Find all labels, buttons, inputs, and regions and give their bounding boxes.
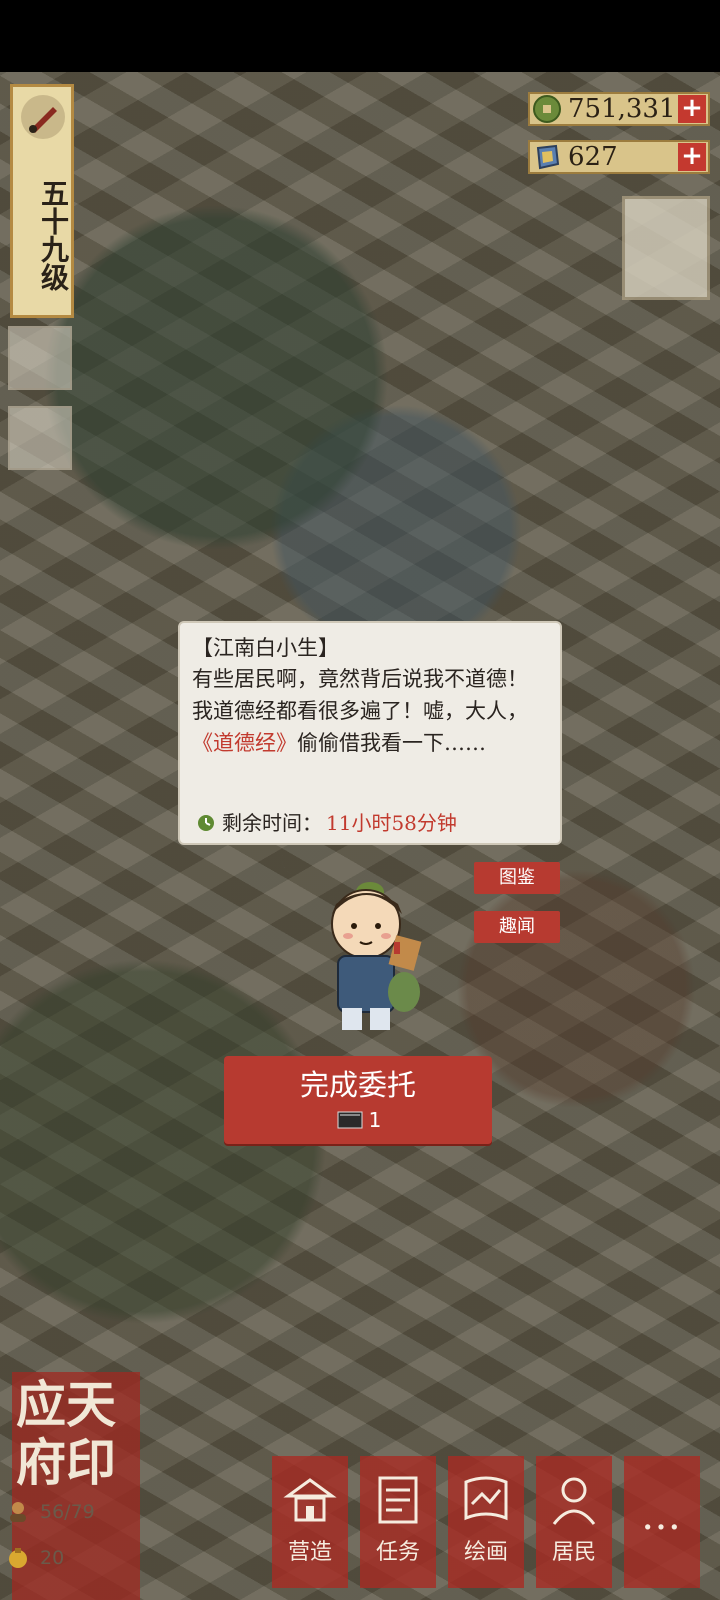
population-icon [10, 1502, 26, 1522]
scholar-character[interactable] [308, 868, 438, 1036]
complete-commission-button[interactable]: 完成委托 1 [224, 1056, 492, 1144]
complete-button-label: 完成委托 [299, 1068, 416, 1102]
level-label: 五十九级 [37, 179, 70, 291]
add-coins-button[interactable]: + [678, 95, 706, 123]
task-scroll-icon [378, 1476, 418, 1524]
more-icon: … [641, 1493, 683, 1539]
side-menu-slot[interactable] [8, 406, 72, 470]
jade-value: 627 [568, 142, 618, 172]
anecdote-button[interactable]: 趣闻 [474, 911, 560, 943]
dialog-body: 有些居民啊，竟然背后说我不道德！我道德经都看很多遍了！嘘，大人， 《道德经》偷偷借… [192, 663, 548, 759]
painting-scroll-icon [464, 1476, 508, 1521]
add-jade-button[interactable]: + [678, 143, 706, 171]
menu-resident-button[interactable]: 居民 [536, 1456, 612, 1588]
menu-build-button[interactable]: 营造 [272, 1456, 348, 1588]
resident-icon [552, 1477, 596, 1525]
build-icon [283, 1478, 337, 1522]
dialog-body-text: 有些居民啊，竟然背后说我不道德！我道德经都看很多遍了！嘘，大人， [192, 667, 528, 723]
menu-painting-button[interactable]: 绘画 [448, 1456, 524, 1588]
menu-label: 居民 [551, 1540, 596, 1565]
level-badge[interactable]: 五十九级 [10, 84, 74, 318]
tax-counter: 20 [6, 1546, 64, 1570]
book-icon [337, 1111, 363, 1129]
menu-label: 任务 [375, 1540, 420, 1565]
timer-label: 剩余时间： [222, 811, 322, 835]
menu-label: 绘画 [463, 1540, 508, 1565]
dialog-speaker: 【江南白小生】 [192, 636, 339, 660]
atlas-button[interactable]: 图鉴 [474, 862, 560, 894]
status-bar [0, 0, 720, 72]
coins-value: 751,331 [568, 94, 676, 124]
coins-counter: 751,331 + [528, 92, 710, 126]
complete-cost-value: 1 [368, 1108, 382, 1132]
copper-coin-icon [533, 95, 561, 123]
notice-board-icon[interactable] [622, 196, 710, 300]
complete-cost: 1 [224, 1108, 492, 1132]
resident-dialog: 【江南白小生】 有些居民啊，竟然背后说我不道德！我道德经都看很多遍了！嘘，大人，… [178, 621, 562, 845]
jade-gem-icon [536, 144, 560, 170]
population-counter: 56/79 [6, 1500, 95, 1524]
timer-icon [198, 814, 214, 831]
menu-more-button[interactable]: … [624, 1456, 700, 1588]
menu-task-button[interactable]: 任务 [360, 1456, 436, 1588]
seal-text: 应天府印 [16, 1375, 116, 1492]
jade-counter: 627 + [528, 140, 710, 174]
brush-icon [21, 95, 65, 139]
population-value: 56/79 [40, 1501, 95, 1523]
dialog-book-title: 《道德经》 [192, 731, 297, 755]
remaining-time: 剩余时间： 11小时58分钟 [196, 807, 457, 836]
timer-value: 11小时58分钟 [326, 811, 457, 835]
coin-bag-icon [9, 1548, 27, 1568]
menu-label: 营造 [287, 1540, 332, 1565]
dialog-body-text-end: 偷偷借我看一下…… [297, 731, 486, 755]
tax-value: 20 [40, 1547, 65, 1569]
side-menu-slot[interactable] [8, 326, 72, 390]
